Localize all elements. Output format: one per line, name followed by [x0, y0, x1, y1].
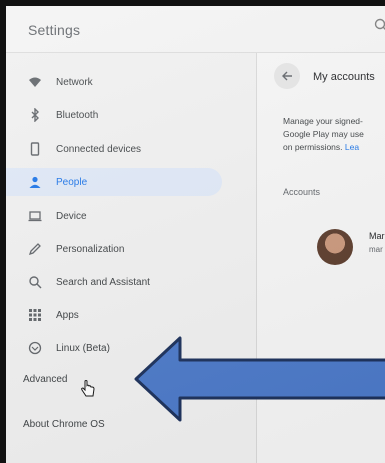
bluetooth-icon [28, 108, 42, 122]
sidebar-item-connected-devices[interactable]: Connected devices [6, 135, 222, 163]
section-header-accounts: Accounts [283, 187, 321, 197]
sidebar-item-advanced[interactable]: Advanced [23, 374, 67, 385]
sidebar-item-personalization[interactable]: Personalization [6, 235, 222, 263]
sidebar-item-bluetooth[interactable]: Bluetooth [6, 101, 222, 129]
sidebar-item-label: Bluetooth [56, 109, 99, 121]
app-title: Settings [28, 22, 81, 38]
title-bar: Settings [6, 6, 385, 53]
pencil-icon [28, 242, 42, 256]
settings-window: Settings Network Bluetooth Connected dev… [6, 6, 385, 463]
sidebar-item-label: Linux (Beta) [56, 342, 110, 354]
sidebar-item-people[interactable]: People [6, 168, 222, 196]
sidebar-item-label: Search and Assistant [56, 276, 150, 288]
wifi-icon [28, 75, 42, 89]
hand-pointer-icon [81, 380, 95, 397]
back-button[interactable] [274, 63, 300, 89]
sidebar-item-label: Apps [56, 309, 79, 321]
sidebar-item-apps[interactable]: Apps [6, 301, 222, 329]
sidebar-item-about-chrome-os[interactable]: About Chrome OS [23, 419, 105, 430]
linux-icon [28, 341, 42, 355]
sidebar-item-label: People [56, 176, 88, 188]
arrow-left-icon [282, 71, 292, 81]
grid-icon [28, 308, 42, 322]
search-icon[interactable] [374, 18, 385, 32]
desc-text: on permissions. [283, 142, 345, 152]
photo-frame: Settings Network Bluetooth Connected dev… [0, 0, 385, 463]
avatar [317, 229, 353, 265]
search-icon [28, 275, 42, 289]
accounts-description: Manage your signed- Google Play may use … [283, 115, 385, 154]
sidebar-item-network[interactable]: Network [6, 68, 222, 96]
laptop-icon [28, 209, 42, 223]
account-name: Mar [369, 231, 385, 241]
sidebar-item-label: Network [56, 76, 93, 88]
sidebar-item-label: Personalization [56, 243, 125, 255]
page-title: My accounts [313, 71, 375, 83]
desc-line: on permissions. Lea [283, 141, 385, 154]
sidebar-item-device[interactable]: Device [6, 202, 222, 230]
annotation-arrow [134, 336, 385, 422]
sidebar-item-label: Connected devices [56, 143, 142, 155]
sidebar-item-label: Device [56, 210, 87, 222]
desc-line: Manage your signed- [283, 116, 363, 126]
learn-more-link[interactable]: Lea [345, 142, 359, 152]
sidebar-item-search-and-assistant[interactable]: Search and Assistant [6, 268, 222, 296]
account-email: mar [369, 245, 383, 254]
person-icon [28, 175, 42, 189]
desc-line: Google Play may use [283, 129, 364, 139]
phone-icon [28, 142, 42, 156]
